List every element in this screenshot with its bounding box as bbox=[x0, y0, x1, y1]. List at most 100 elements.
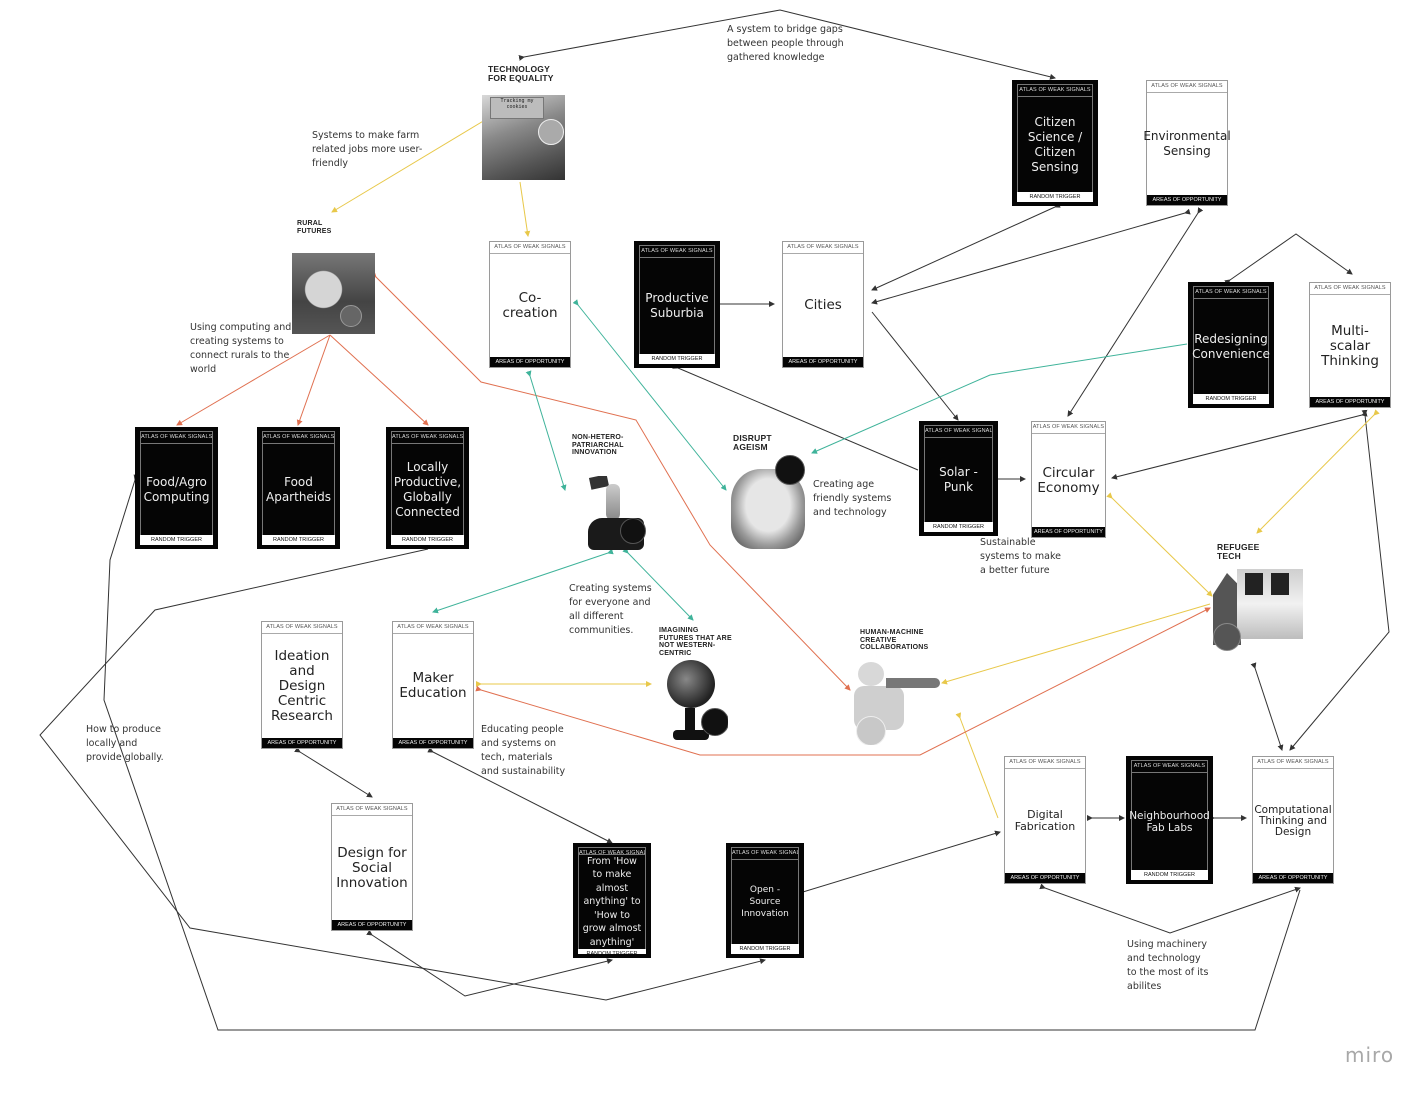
image-imagining-futures[interactable] bbox=[665, 660, 728, 744]
card-design-social[interactable]: ATLAS OF WEAK SIGNALS Design for Social … bbox=[331, 803, 413, 931]
card-computational[interactable]: ATLAS OF WEAK SIGNALS Computational Thin… bbox=[1252, 756, 1334, 884]
link-refugee-computational bbox=[1250, 662, 1284, 751]
card-header: ATLAS OF WEAK SIGNALS bbox=[1193, 286, 1269, 298]
card-title: Food/Agro Computing bbox=[140, 443, 213, 535]
card-header: ATLAS OF WEAK SIGNALS bbox=[490, 242, 570, 254]
card-neighbourhood-fab[interactable]: ATLAS OF WEAK SIGNALS Neighbourhood Fab … bbox=[1126, 756, 1213, 884]
card-food-apartheids[interactable]: ATLAS OF WEAK SIGNALS Food Apartheids RA… bbox=[257, 427, 340, 549]
card-multi-scalar[interactable]: ATLAS OF WEAK SIGNALS Multi-scalar Think… bbox=[1309, 282, 1391, 408]
card-citizen-science[interactable]: ATLAS OF WEAK SIGNALS Citizen Science / … bbox=[1012, 80, 1098, 206]
card-title: Productive Suburbia bbox=[639, 257, 715, 354]
card-ideation[interactable]: ATLAS OF WEAK SIGNALS Ideation and Desig… bbox=[261, 621, 343, 749]
card-title: Maker Education bbox=[399, 670, 467, 701]
card-footer: RANDOM TRIGGER bbox=[1131, 870, 1208, 880]
card-title: Citizen Science / Citizen Sensing bbox=[1017, 96, 1093, 192]
card-footer: AREAS OF OPPORTUNITY bbox=[332, 920, 412, 930]
link-ideation-design bbox=[294, 746, 373, 798]
card-header: ATLAS OF WEAK SIGNALS bbox=[262, 431, 335, 443]
link-cocreation-nonhetero bbox=[525, 370, 567, 491]
card-title: Food Apartheids bbox=[262, 443, 335, 535]
card-redesigning-convenience[interactable]: ATLAS OF WEAK SIGNALS Redesigning Conven… bbox=[1188, 282, 1274, 408]
image-non-hetero[interactable] bbox=[584, 476, 648, 551]
card-footer: AREAS OF OPPORTUNITY bbox=[783, 357, 863, 367]
link-env-circular bbox=[1067, 207, 1204, 417]
link-rural-apartheids bbox=[296, 334, 331, 426]
card-footer: RANDOM TRIGGER bbox=[262, 535, 335, 545]
image-technology-equality[interactable]: Tracking my cookies bbox=[482, 95, 565, 180]
card-co-creation[interactable]: ATLAS OF WEAK SIGNALS Co-creation AREAS … bbox=[489, 241, 571, 368]
card-footer: AREAS OF OPPORTUNITY bbox=[1032, 527, 1105, 537]
card-digital-fabrication[interactable]: ATLAS OF WEAK SIGNALS Digital Fabricatio… bbox=[1004, 756, 1086, 884]
card-header: ATLAS OF WEAK SIGNALS bbox=[1131, 760, 1208, 772]
image-disrupt-ageism[interactable] bbox=[725, 455, 809, 550]
card-footer: RANDOM TRIGGER bbox=[391, 535, 464, 545]
card-environmental-sensing[interactable]: ATLAS OF WEAK SIGNALS Environmental Sens… bbox=[1143, 80, 1231, 206]
card-footer: AREAS OF OPPORTUNITY bbox=[1147, 195, 1227, 205]
card-title: From 'How to make almost anything' to 'H… bbox=[578, 853, 646, 949]
link-split-top bbox=[1224, 233, 1353, 286]
card-title: Neighbourhood Fab Labs bbox=[1129, 772, 1210, 870]
card-footer: AREAS OF OPPORTUNITY bbox=[1005, 873, 1085, 883]
card-header: ATLAS OF WEAK SIGNALS bbox=[393, 622, 473, 634]
card-maker-education[interactable]: ATLAS OF WEAK SIGNALS Maker Education AR… bbox=[392, 621, 474, 749]
card-header: ATLAS OF WEAK SIGNALS bbox=[731, 847, 799, 859]
card-productive-suburbia[interactable]: ATLAS OF WEAK SIGNALS Productive Suburbi… bbox=[634, 241, 720, 368]
link-multiscalar-computational bbox=[1289, 409, 1390, 751]
card-footer: AREAS OF OPPORTUNITY bbox=[490, 357, 570, 367]
link-multiscalar-circular bbox=[1111, 410, 1368, 480]
link-refugee-human bbox=[941, 603, 1211, 685]
link-open-digital bbox=[792, 830, 1001, 896]
card-header: ATLAS OF WEAK SIGNALS bbox=[1017, 84, 1093, 96]
card-title: Solar - Punk bbox=[924, 437, 993, 522]
card-footer: RANDOM TRIGGER bbox=[1017, 192, 1093, 202]
label-rural-futures: RURAL FUTURES bbox=[297, 220, 332, 235]
cookie-popup: Tracking my cookies bbox=[490, 97, 544, 119]
image-human-machine[interactable] bbox=[852, 658, 942, 745]
card-circular-economy[interactable]: ATLAS OF WEAK SIGNALS Circular Economy A… bbox=[1031, 421, 1106, 538]
image-refugee-tech[interactable] bbox=[1213, 565, 1303, 653]
card-title: Computational Thinking and Design bbox=[1254, 803, 1332, 838]
card-footer: RANDOM TRIGGER bbox=[578, 949, 646, 954]
card-food-agro[interactable]: ATLAS OF WEAK SIGNALS Food/Agro Computin… bbox=[135, 427, 218, 549]
card-header: ATLAS OF WEAK SIGNALS bbox=[783, 242, 863, 254]
card-title: Multi-scalar Thinking bbox=[1321, 322, 1379, 369]
card-header: ATLAS OF WEAK SIGNALS bbox=[332, 804, 412, 816]
card-header: ATLAS OF WEAK SIGNALS bbox=[1032, 422, 1105, 434]
card-header: ATLAS OF WEAK SIGNALS bbox=[140, 431, 213, 443]
card-header: ATLAS OF WEAK SIGNALS bbox=[639, 245, 715, 257]
card-footer: AREAS OF OPPORTUNITY bbox=[262, 738, 342, 748]
label-human-machine: HUMAN-MACHINE CREATIVE COLLABORATIONS bbox=[860, 629, 929, 651]
link-env-cities bbox=[871, 208, 1191, 305]
link-circular-refugee bbox=[1106, 492, 1213, 597]
card-cities[interactable]: ATLAS OF WEAK SIGNALS Cities AREAS OF OP… bbox=[782, 241, 864, 368]
card-footer: RANDOM TRIGGER bbox=[1193, 394, 1269, 404]
card-footer: RANDOM TRIGGER bbox=[731, 944, 799, 954]
link-tech-cocreation bbox=[519, 181, 531, 237]
link-machinery bbox=[1039, 883, 1301, 934]
card-how-to-make[interactable]: ATLAS OF WEAK SIGNALS From 'How to make … bbox=[573, 843, 651, 958]
card-header: ATLAS OF WEAK SIGNALS bbox=[1310, 283, 1390, 295]
card-header: ATLAS OF WEAK SIGNALS bbox=[1147, 81, 1227, 93]
card-title: Ideation and Design Centric Research bbox=[271, 647, 333, 724]
note-bridge-gaps: A system to bridge gaps between people t… bbox=[727, 24, 844, 63]
card-title: Open - Source Innovation bbox=[731, 859, 799, 944]
note-rural-connect: Using computing and creating systems to … bbox=[190, 322, 292, 375]
note-educating: Educating people and systems on tech, ma… bbox=[481, 724, 566, 777]
card-title: Locally Productive, Globally Connected bbox=[391, 443, 464, 535]
card-title: Design for Social Innovation bbox=[336, 844, 408, 891]
label-refugee-tech: REFUGEE TECH bbox=[1217, 542, 1260, 561]
card-footer: RANDOM TRIGGER bbox=[639, 354, 715, 364]
link-rural-locally bbox=[329, 334, 429, 426]
card-footer: RANDOM TRIGGER bbox=[140, 535, 213, 545]
label-technology-equality: TECHNOLOGY FOR EQUALITY bbox=[488, 64, 554, 83]
note-everyone: Creating systems for everyone and all di… bbox=[569, 583, 652, 636]
image-rural-futures[interactable] bbox=[292, 253, 375, 334]
card-footer: RANDOM TRIGGER bbox=[924, 522, 993, 532]
note-machinery: Using machinery and technology to the mo… bbox=[1127, 939, 1209, 992]
card-open-source[interactable]: ATLAS OF WEAK SIGNALS Open - Source Inno… bbox=[726, 843, 804, 958]
card-solar-punk[interactable]: ATLAS OF WEAK SIGNALS Solar - Punk RANDO… bbox=[919, 421, 998, 536]
miro-watermark: miro bbox=[1345, 1043, 1395, 1067]
card-locally-productive[interactable]: ATLAS OF WEAK SIGNALS Locally Productive… bbox=[386, 427, 469, 549]
card-header: ATLAS OF WEAK SIGNALS bbox=[391, 431, 464, 443]
card-footer: AREAS OF OPPORTUNITY bbox=[393, 738, 473, 748]
